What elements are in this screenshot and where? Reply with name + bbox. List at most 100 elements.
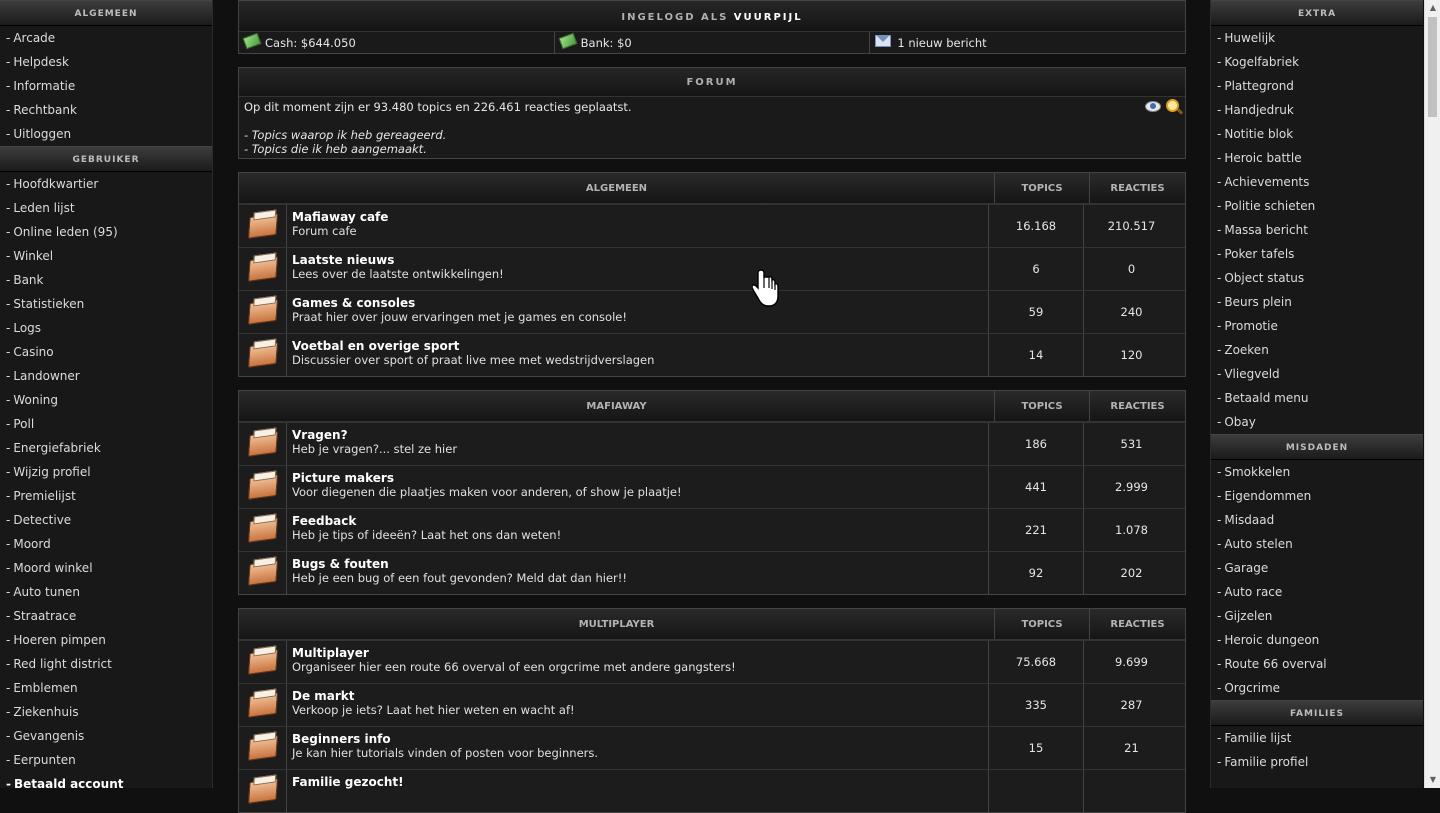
sidebar-item-woning[interactable]: - Woning <box>0 388 212 412</box>
search-icon[interactable] <box>1166 99 1179 112</box>
sidebar-item-massa-bericht[interactable]: - Massa bericht <box>1211 218 1423 242</box>
sidebar-item-heroic-dungeon[interactable]: - Heroic dungeon <box>1211 628 1423 652</box>
forum-row[interactable]: Bugs & fouten Heb je een bug of een fout … <box>239 551 1185 594</box>
forum-row[interactable]: Familie gezocht! <box>239 769 1185 812</box>
sidebar-item-detective[interactable]: - Detective <box>0 508 212 532</box>
sidebar-item-bank[interactable]: - Bank <box>0 268 212 292</box>
forum-row[interactable]: De markt Verkoop je iets? Laat het hier w… <box>239 683 1185 726</box>
sidebar-item-ziekenhuis[interactable]: - Ziekenhuis <box>0 700 212 724</box>
forum-title-link[interactable]: Bugs & fouten <box>292 557 983 571</box>
sidebar-item-promotie[interactable]: - Promotie <box>1211 314 1423 338</box>
scrollbar-thumb[interactable] <box>1428 17 1437 117</box>
sidebar-item-arcade[interactable]: - Arcade <box>0 26 212 50</box>
sidebar-item-auto-tunen[interactable]: - Auto tunen <box>0 580 212 604</box>
scroll-up-icon[interactable]: ▲ <box>1425 0 1440 16</box>
sidebar-item-hoeren-pimpen[interactable]: - Hoeren pimpen <box>0 628 212 652</box>
sidebar-item-handjedruk[interactable]: - Handjedruk <box>1211 98 1423 122</box>
sidebar-item-garage[interactable]: - Garage <box>1211 556 1423 580</box>
sidebar-item-achievements[interactable]: - Achievements <box>1211 170 1423 194</box>
sidebar-item-gevangenis[interactable]: - Gevangenis <box>0 724 212 748</box>
topics-count: 59 <box>989 291 1084 333</box>
sidebar-item-betaald-account[interactable]: - Betaald account <box>0 772 212 788</box>
sidebar-item-poll[interactable]: - Poll <box>0 412 212 436</box>
sidebar-item-kogelfabriek[interactable]: - Kogelfabriek <box>1211 50 1423 74</box>
sidebar-item-logs[interactable]: - Logs <box>0 316 212 340</box>
sidebar-item-auto-stelen[interactable]: - Auto stelen <box>1211 532 1423 556</box>
forum-row[interactable]: Vragen? Heb je vragen?... stel ze hier 18… <box>239 422 1185 465</box>
forum-title-link[interactable]: Picture makers <box>292 471 983 485</box>
eye-icon[interactable] <box>1145 101 1162 112</box>
sidebar-item-informatie[interactable]: - Informatie <box>0 74 212 98</box>
forum-title-link[interactable]: Beginners info <box>292 732 983 746</box>
sidebar-item-winkel[interactable]: - Winkel <box>0 244 212 268</box>
forum-row[interactable]: Multiplayer Organiseer hier een route 66 … <box>239 640 1185 683</box>
username[interactable]: VUURPIJL <box>734 12 803 23</box>
link-topics-replied[interactable]: - Topics waarop ik heb gereageerd. <box>244 128 1180 142</box>
forum-row[interactable]: Voetbal en overige sport Discussier over … <box>239 333 1185 376</box>
sidebar-item-orgcrime[interactable]: - Orgcrime <box>1211 676 1423 700</box>
forum-row[interactable]: Mafiaway cafe Forum cafe 16.168 210.517 <box>239 204 1185 247</box>
sidebar-item-casino[interactable]: - Casino <box>0 340 212 364</box>
page-scrollbar[interactable]: ▲ ▼ <box>1424 0 1440 788</box>
forum-row[interactable]: Games & consoles Praat hier over jouw erv… <box>239 290 1185 333</box>
scroll-down-icon[interactable]: ▼ <box>1425 772 1440 788</box>
category-header: MULTIPLAYER TOPICS REACTIES <box>239 609 1185 640</box>
sidebar-item-poker-tafels[interactable]: - Poker tafels <box>1211 242 1423 266</box>
sidebar-item-route-66-overval[interactable]: - Route 66 overval <box>1211 652 1423 676</box>
sidebar-item-emblemen[interactable]: - Emblemen <box>0 676 212 700</box>
sidebar-item-hoofdkwartier[interactable]: - Hoofdkwartier <box>0 172 212 196</box>
sidebar-item-familie-profiel[interactable]: - Familie profiel <box>1211 750 1423 774</box>
forum-title-link[interactable]: Familie gezocht! <box>292 775 983 789</box>
sidebar-item-moord[interactable]: - Moord <box>0 532 212 556</box>
sidebar-item-zoeken[interactable]: - Zoeken <box>1211 338 1423 362</box>
sidebar-item-red-light-district[interactable]: - Red light district <box>0 652 212 676</box>
messages-link[interactable]: 1 nieuw bericht <box>897 36 986 50</box>
forum-row[interactable]: Beginners info Je kan hier tutorials vind… <box>239 726 1185 769</box>
sidebar-item-huwelijk[interactable]: - Huwelijk <box>1211 26 1423 50</box>
sidebar-item-wijzig-profiel[interactable]: - Wijzig profiel <box>0 460 212 484</box>
sidebar-item-premielijst[interactable]: - Premielijst <box>0 484 212 508</box>
forum-title-link[interactable]: Games & consoles <box>292 296 983 310</box>
sidebar-item-object-status[interactable]: - Object status <box>1211 266 1423 290</box>
sidebar-item-uitloggen[interactable]: - Uitloggen <box>0 122 212 146</box>
sidebar-item-statistieken[interactable]: - Statistieken <box>0 292 212 316</box>
sidebar-item-straatrace[interactable]: - Straatrace <box>0 604 212 628</box>
forum-row[interactable]: Laatste nieuws Lees over de laatste ontwi… <box>239 247 1185 290</box>
sidebar-item-moord-winkel[interactable]: - Moord winkel <box>0 556 212 580</box>
mail-icon[interactable] <box>875 35 892 47</box>
sidebar-item-vliegveld[interactable]: - Vliegveld <box>1211 362 1423 386</box>
sidebar-item-misdaad[interactable]: - Misdaad <box>1211 508 1423 532</box>
sidebar-item-auto-race[interactable]: - Auto race <box>1211 580 1423 604</box>
sidebar-item-landowner[interactable]: - Landowner <box>0 364 212 388</box>
sidebar-item-rechtbank[interactable]: - Rechtbank <box>0 98 212 122</box>
sidebar-item-eigendommen[interactable]: - Eigendommen <box>1211 484 1423 508</box>
forum-title-link[interactable]: Laatste nieuws <box>292 253 983 267</box>
forum-title-link[interactable]: De markt <box>292 689 983 703</box>
forum-title-link[interactable]: Feedback <box>292 514 983 528</box>
sidebar-heading: GEBRUIKER <box>0 146 212 172</box>
sidebar-item-familie-lijst[interactable]: - Familie lijst <box>1211 726 1423 750</box>
sidebar-item-online-leden[interactable]: - Online leden (95) <box>0 220 212 244</box>
sidebar-item-heroic-battle[interactable]: - Heroic battle <box>1211 146 1423 170</box>
sidebar-item-energiefabriek[interactable]: - Energiefabriek <box>0 436 212 460</box>
forum-row[interactable]: Picture makers Voor diegenen die plaatjes… <box>239 465 1185 508</box>
forum-row[interactable]: Feedback Heb je tips of ideeën? Laat het … <box>239 508 1185 551</box>
sidebar-item-helpdesk[interactable]: - Helpdesk <box>0 50 212 74</box>
sidebar-item-politie-schieten[interactable]: - Politie schieten <box>1211 194 1423 218</box>
reacties-count: 240 <box>1120 305 1143 319</box>
sidebar-item-obay[interactable]: - Obay <box>1211 410 1423 434</box>
forum-title-link[interactable]: Multiplayer <box>292 646 983 660</box>
sidebar-item-smokkelen[interactable]: - Smokkelen <box>1211 460 1423 484</box>
sidebar-item-beurs-plein[interactable]: - Beurs plein <box>1211 290 1423 314</box>
sidebar-item-leden-lijst[interactable]: - Leden lijst <box>0 196 212 220</box>
sidebar-item-gijzelen[interactable]: - Gijzelen <box>1211 604 1423 628</box>
sidebar-item-betaald-menu[interactable]: - Betaald menu <box>1211 386 1423 410</box>
link-topics-created[interactable]: - Topics die ik heb aangemaakt. <box>244 142 1180 156</box>
forum-title-link[interactable]: Voetbal en overige sport <box>292 339 983 353</box>
sidebar-item-eerpunten[interactable]: - Eerpunten <box>0 748 212 772</box>
messages-display[interactable]: 1 nieuw bericht <box>870 32 1185 54</box>
forum-title-link[interactable]: Mafiaway cafe <box>292 210 983 224</box>
sidebar-item-notitie-blok[interactable]: - Notitie blok <box>1211 122 1423 146</box>
forum-title-link[interactable]: Vragen? <box>292 428 983 442</box>
sidebar-item-plattegrond[interactable]: - Plattegrond <box>1211 74 1423 98</box>
